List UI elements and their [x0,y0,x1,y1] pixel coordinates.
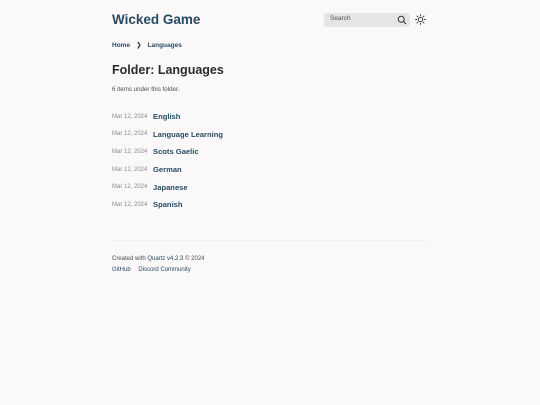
item-link-spanish[interactable]: Spanish [153,200,183,209]
quartz-link[interactable]: Quartz v4.2.3 [147,256,183,262]
item-link-scots-gaelic[interactable]: Scots Gaelic [153,147,199,156]
item-date: Mar 12, 2024 [112,131,148,138]
item-link-english[interactable]: English [153,112,180,121]
site-title[interactable]: Wicked Game [112,12,200,27]
sun-icon[interactable] [415,14,426,25]
breadcrumb-separator: ❯ [136,42,142,49]
item-date: Mar 12, 2024 [112,201,148,208]
item-date: Mar 12, 2024 [112,148,148,155]
breadcrumb-current: Languages [147,41,182,49]
page: Wicked Game Search Home ❯ Languages Fold… [0,0,540,405]
discord-community-link[interactable]: Discord Community [138,267,190,273]
footer-divider [112,240,428,241]
credit-suffix: © 2024 [183,256,205,262]
list-item: Mar 12, 2024 Japanese [112,178,412,196]
page-title: Folder: Languages [112,63,224,77]
credit-prefix: Created with [112,256,148,262]
item-date: Mar 12, 2024 [112,184,148,191]
breadcrumb-home[interactable]: Home [112,42,130,49]
item-link-japanese[interactable]: Japanese [153,183,188,192]
list-item: Mar 12, 2024 Spanish [112,196,412,214]
footer-links: GitHub Discord Community [112,267,197,273]
header: Wicked Game Search [112,10,428,32]
item-count: 6 items under this folder. [112,86,180,93]
item-date: Mar 12, 2024 [112,166,148,173]
page-list: Mar 12, 2024 English Mar 12, 2024 Langua… [112,108,412,214]
search-bar[interactable]: Search [324,13,410,27]
list-item: Mar 12, 2024 Language Learning [112,126,412,144]
item-link-german[interactable]: German [153,165,182,174]
list-item: Mar 12, 2024 German [112,161,412,179]
list-item: Mar 12, 2024 English [112,108,412,126]
search-placeholder: Search [330,15,351,22]
item-date: Mar 12, 2024 [112,113,148,120]
search-icon[interactable] [397,15,407,25]
list-item: Mar 12, 2024 Scots Gaelic [112,143,412,161]
footer-credit: Created with Quartz v4.2.3 © 2024 [112,256,205,262]
breadcrumb: Home ❯ Languages [112,41,182,50]
item-link-language-learning[interactable]: Language Learning [153,130,223,139]
github-link[interactable]: GitHub [112,267,131,273]
